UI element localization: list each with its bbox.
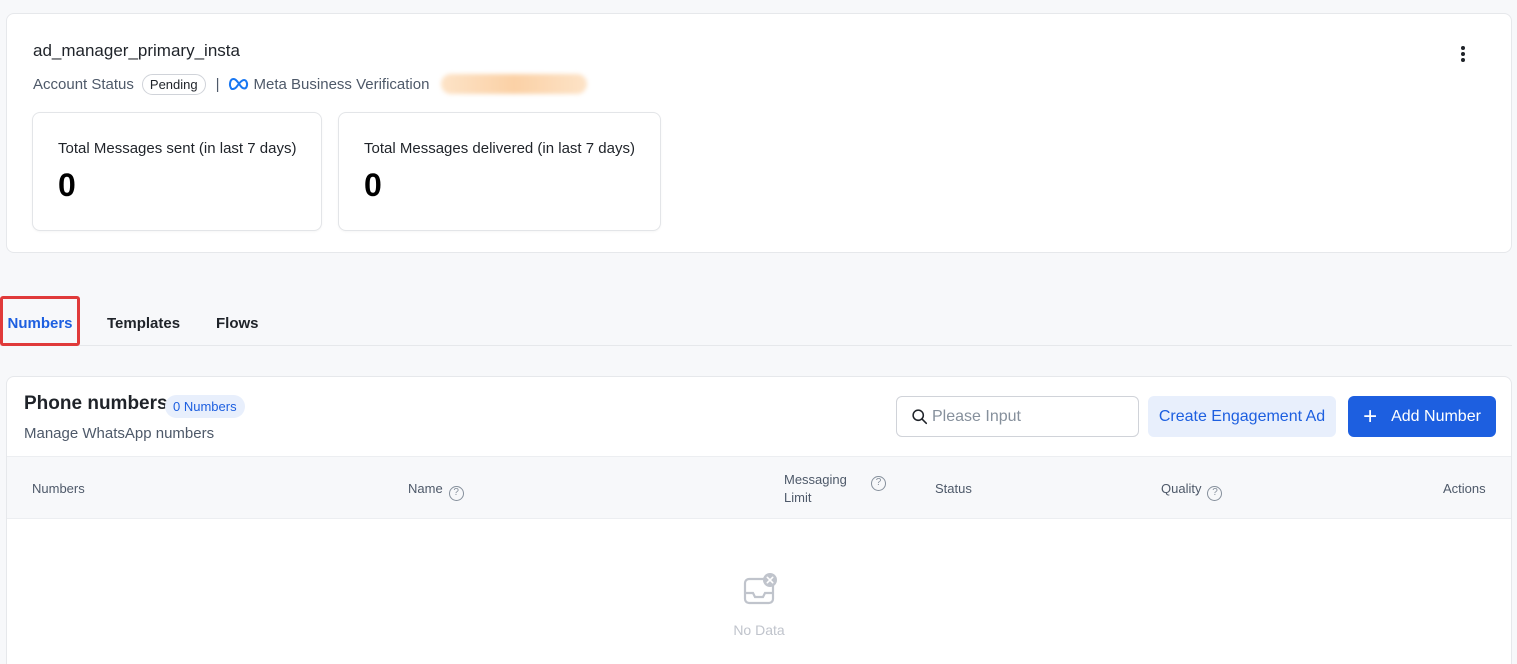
column-header-messaging-limit-line1: Messaging <box>784 472 847 487</box>
column-header-messaging-limit-line2: Limit <box>784 490 812 505</box>
search-icon <box>912 409 928 425</box>
help-icon[interactable]: ? <box>871 476 886 491</box>
status-badge: Pending <box>141 73 206 95</box>
column-header-numbers: Numbers <box>32 481 85 496</box>
messaging-limit-help: ? <box>865 470 886 491</box>
column-header-quality: Quality? <box>1161 480 1223 501</box>
account-status-label: Account Status <box>33 75 134 93</box>
empty-inbox-icon <box>743 573 777 605</box>
column-header-quality-label: Quality <box>1161 481 1202 496</box>
search-input[interactable] <box>932 407 1122 426</box>
status-separator: | <box>215 75 220 93</box>
search-box[interactable] <box>896 396 1139 437</box>
column-header-messaging-limit: Messaging Limit <box>784 471 847 507</box>
create-engagement-ad-button[interactable]: Create Engagement Ad <box>1148 396 1336 437</box>
stat-label: Total Messages delivered (in last 7 days… <box>364 140 635 157</box>
verification-status-badge <box>441 74 588 94</box>
column-header-status: Status <box>935 481 972 496</box>
add-number-button[interactable]: + Add Number <box>1348 396 1496 437</box>
tab-numbers[interactable]: Numbers <box>0 296 80 346</box>
table-header: Numbers Name? Messaging Limit ? Status Q… <box>7 456 1511 519</box>
stat-value: 0 <box>58 167 76 203</box>
panel-title: Phone numbers <box>24 393 168 414</box>
stat-card-sent: Total Messages sent (in last 7 days) 0 <box>32 112 322 231</box>
column-header-name: Name? <box>408 480 464 501</box>
column-header-name-label: Name <box>408 481 443 496</box>
numbers-count-badge: 0 Numbers <box>165 395 245 418</box>
account-status-row: Account Status Pending | Meta Business V… <box>33 72 588 96</box>
empty-state-text: No Data <box>733 622 785 638</box>
phone-numbers-panel: Phone numbers 0 Numbers Manage WhatsApp … <box>6 376 1512 664</box>
column-header-actions: Actions <box>1443 481 1486 496</box>
panel-subtitle: Manage WhatsApp numbers <box>24 425 215 442</box>
stat-label: Total Messages sent (in last 7 days) <box>58 140 297 157</box>
account-card: ad_manager_primary_insta Account Status … <box>6 13 1512 253</box>
tab-flows[interactable]: Flows <box>216 296 259 346</box>
more-options-icon[interactable] <box>1455 44 1471 64</box>
stat-value: 0 <box>364 167 382 203</box>
tab-bar: Numbers Templates Flows <box>0 296 1512 346</box>
add-number-label: Add Number <box>1391 407 1481 425</box>
help-icon[interactable]: ? <box>1207 486 1223 501</box>
plus-icon: + <box>1363 402 1378 430</box>
meta-logo-icon <box>228 77 248 91</box>
help-icon[interactable]: ? <box>448 486 464 501</box>
stat-card-delivered: Total Messages delivered (in last 7 days… <box>338 112 661 231</box>
verification-label: Meta Business Verification <box>253 75 430 93</box>
tab-templates[interactable]: Templates <box>107 296 180 346</box>
account-name: ad_manager_primary_insta <box>33 41 240 60</box>
